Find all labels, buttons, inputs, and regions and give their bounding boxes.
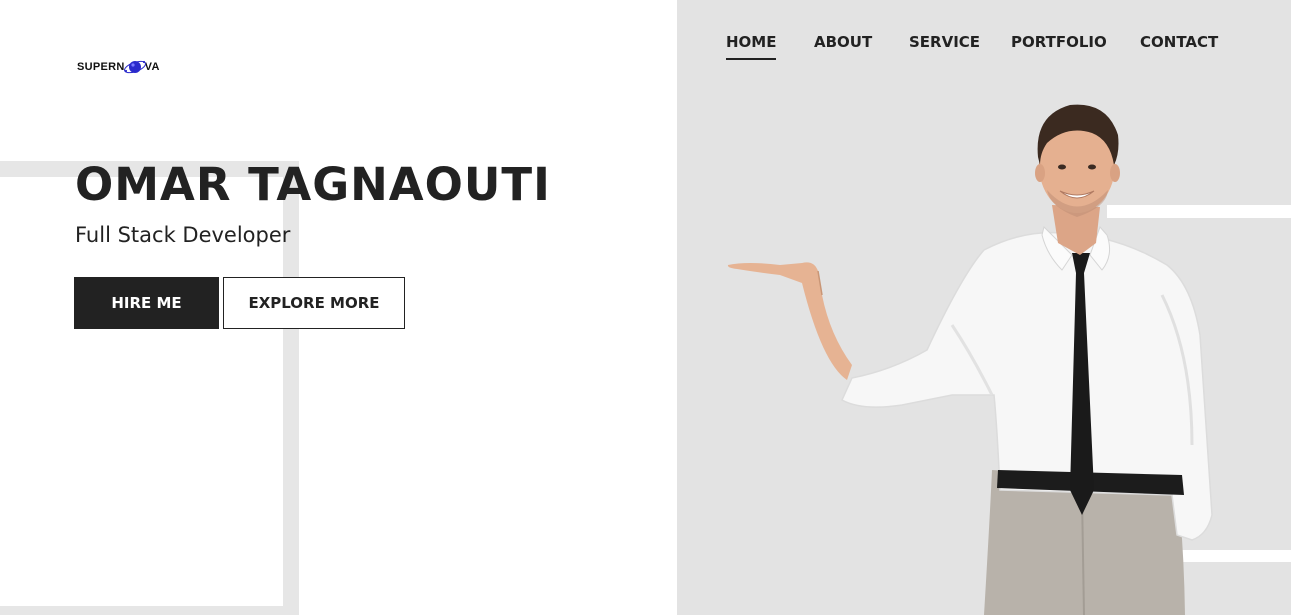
nav-item-label: HOME bbox=[726, 33, 777, 51]
nav-item-home[interactable]: HOME bbox=[726, 33, 777, 60]
hero-left-pane: SUPERN VA OMAR TAGNAOUTI Full Stack Deve… bbox=[0, 0, 677, 615]
explore-more-button[interactable]: EXPLORE MORE bbox=[223, 277, 405, 329]
hire-me-button[interactable]: HIRE ME bbox=[74, 277, 219, 329]
nav-item-label: SERVICE bbox=[909, 33, 981, 51]
nav-item-label: ABOUT bbox=[814, 33, 873, 51]
nav-item-label: PORTFOLIO bbox=[1011, 33, 1107, 51]
hero-right-pane: HOME ABOUT SERVICE PORTFOLIO CONTACT bbox=[677, 0, 1291, 615]
planet-orbit-icon bbox=[123, 56, 147, 78]
nav-item-label: CONTACT bbox=[1140, 33, 1219, 51]
site-logo[interactable]: SUPERN VA bbox=[77, 55, 160, 79]
hero-role: Full Stack Developer bbox=[75, 223, 291, 247]
nav-item-about[interactable]: ABOUT bbox=[814, 33, 872, 51]
nav-item-contact[interactable]: CONTACT bbox=[1140, 33, 1218, 51]
logo-text-left: SUPERN bbox=[77, 61, 125, 73]
logo-text-right: VA bbox=[144, 61, 160, 73]
main-nav: HOME ABOUT SERVICE PORTFOLIO CONTACT bbox=[677, 33, 1291, 61]
decorative-frame-bottom bbox=[0, 606, 299, 615]
active-indicator bbox=[726, 58, 777, 60]
businessman-presenting-photo bbox=[727, 104, 1213, 615]
nav-item-portfolio[interactable]: PORTFOLIO bbox=[1011, 33, 1107, 51]
hero-name: OMAR TAGNAOUTI bbox=[75, 158, 551, 211]
nav-item-service[interactable]: SERVICE bbox=[909, 33, 980, 51]
